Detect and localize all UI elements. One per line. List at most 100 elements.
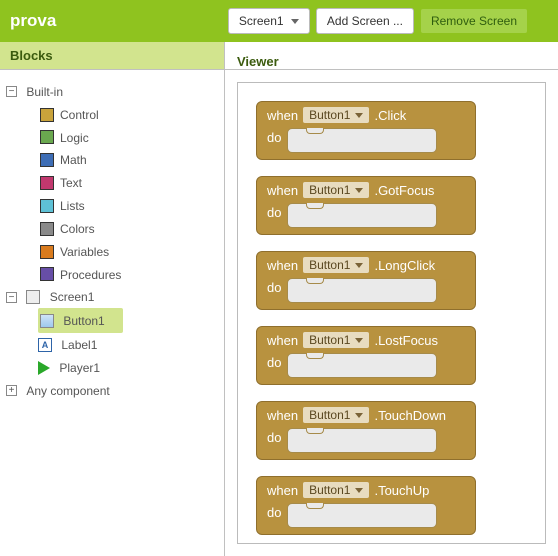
component-dropdown[interactable]: Button1 xyxy=(303,332,369,348)
when-keyword: when xyxy=(267,483,298,498)
block-body: do xyxy=(257,128,475,159)
tree-item-player1[interactable]: Player1 xyxy=(38,356,218,379)
component-dropdown[interactable]: Button1 xyxy=(303,182,369,198)
chevron-down-icon xyxy=(355,338,363,343)
event-name: .TouchUp xyxy=(374,483,429,498)
chevron-down-icon xyxy=(355,188,363,193)
event-block-click[interactable]: when Button1 .Click do xyxy=(256,101,476,160)
control-icon xyxy=(40,108,54,122)
component-dropdown[interactable]: Button1 xyxy=(303,107,369,123)
tree-item-logic[interactable]: Logic xyxy=(40,126,218,149)
statement-slot[interactable] xyxy=(287,428,437,453)
viewer-header: Viewer xyxy=(225,42,558,70)
screen-dropdown-label: Screen1 xyxy=(239,14,284,28)
tree-item-procedures[interactable]: Procedures xyxy=(40,263,218,286)
block-header: when Button1 .GotFocus xyxy=(257,177,475,203)
tree-item-colors[interactable]: Colors xyxy=(40,217,218,240)
statement-slot[interactable] xyxy=(287,128,437,153)
statement-slot[interactable] xyxy=(287,278,437,303)
chevron-down-icon xyxy=(355,113,363,118)
collapse-icon[interactable]: − xyxy=(6,292,17,303)
play-icon xyxy=(38,361,50,375)
event-name: .TouchDown xyxy=(374,408,446,423)
block-body: do xyxy=(257,278,475,309)
tree-item-button1[interactable]: Button1 xyxy=(38,308,218,333)
main: − Built-in Control Logic Math Text Lists… xyxy=(0,70,558,556)
do-keyword: do xyxy=(267,428,287,453)
when-keyword: when xyxy=(267,258,298,273)
component-dropdown[interactable]: Button1 xyxy=(303,257,369,273)
event-block-touchup[interactable]: when Button1 .TouchUp do xyxy=(256,476,476,535)
when-keyword: when xyxy=(267,333,298,348)
tree-node-screen[interactable]: − Screen1 Button1 A Label1 xyxy=(6,285,218,378)
expand-icon[interactable]: + xyxy=(6,385,17,396)
lists-icon xyxy=(40,199,54,213)
when-keyword: when xyxy=(267,183,298,198)
remove-screen-button[interactable]: Remove Screen xyxy=(420,8,528,34)
logic-icon xyxy=(40,130,54,144)
block-header: when Button1 .LongClick xyxy=(257,252,475,278)
button-icon xyxy=(40,314,54,328)
event-block-lostfocus[interactable]: when Button1 .LostFocus do xyxy=(256,326,476,385)
do-keyword: do xyxy=(267,278,287,303)
tree-item-math[interactable]: Math xyxy=(40,148,218,171)
event-name: .LongClick xyxy=(374,258,435,273)
tree-node-builtin[interactable]: − Built-in Control Logic Math Text Lists… xyxy=(6,80,218,285)
do-keyword: do xyxy=(267,503,287,528)
block-header: when Button1 .TouchUp xyxy=(257,477,475,503)
text-icon xyxy=(40,176,54,190)
tree-item-control[interactable]: Control xyxy=(40,103,218,126)
builtin-children: Control Logic Math Text Lists Colors Var… xyxy=(40,103,218,286)
procedures-icon xyxy=(40,267,54,281)
statement-slot[interactable] xyxy=(287,203,437,228)
chevron-down-icon xyxy=(291,19,299,24)
blocks-header: Blocks xyxy=(0,42,225,70)
panel-headers: Blocks Viewer xyxy=(0,42,558,70)
event-name: .GotFocus xyxy=(374,183,434,198)
add-screen-button[interactable]: Add Screen ... xyxy=(316,8,414,34)
any-component-label: Any component xyxy=(26,384,109,398)
label-icon: A xyxy=(38,338,52,352)
tree-node-any-component[interactable]: + Any component xyxy=(6,379,218,402)
builtin-label: Built-in xyxy=(26,85,63,99)
event-block-longclick[interactable]: when Button1 .LongClick do xyxy=(256,251,476,310)
statement-slot[interactable] xyxy=(287,503,437,528)
do-keyword: do xyxy=(267,203,287,228)
blocks-canvas[interactable]: when Button1 .Click do when Button1 .Got… xyxy=(237,82,546,544)
event-name: .LostFocus xyxy=(374,333,438,348)
block-body: do xyxy=(257,428,475,459)
screen-icon xyxy=(26,290,40,304)
math-icon xyxy=(40,153,54,167)
component-dropdown[interactable]: Button1 xyxy=(303,407,369,423)
blocks-tree: − Built-in Control Logic Math Text Lists… xyxy=(6,80,218,402)
screen-label: Screen1 xyxy=(50,290,95,304)
do-keyword: do xyxy=(267,353,287,378)
topbar: prova Screen1 Add Screen ... Remove Scre… xyxy=(0,0,558,42)
collapse-icon[interactable]: − xyxy=(6,86,17,97)
block-header: when Button1 .Click xyxy=(257,102,475,128)
colors-icon xyxy=(40,222,54,236)
selected-node: Button1 xyxy=(38,308,123,333)
blocks-panel: − Built-in Control Logic Math Text Lists… xyxy=(0,70,225,556)
statement-slot[interactable] xyxy=(287,353,437,378)
block-body: do xyxy=(257,203,475,234)
tree-item-variables[interactable]: Variables xyxy=(40,240,218,263)
block-header: when Button1 .LostFocus xyxy=(257,327,475,353)
viewer-panel: when Button1 .Click do when Button1 .Got… xyxy=(225,70,558,556)
block-body: do xyxy=(257,503,475,534)
app-title: prova xyxy=(10,11,56,31)
do-keyword: do xyxy=(267,128,287,153)
component-dropdown[interactable]: Button1 xyxy=(303,482,369,498)
chevron-down-icon xyxy=(355,413,363,418)
chevron-down-icon xyxy=(355,263,363,268)
event-block-touchdown[interactable]: when Button1 .TouchDown do xyxy=(256,401,476,460)
screen-children: Button1 A Label1 Player1 xyxy=(38,308,218,378)
event-block-gotfocus[interactable]: when Button1 .GotFocus do xyxy=(256,176,476,235)
screen-dropdown[interactable]: Screen1 xyxy=(228,8,310,34)
when-keyword: when xyxy=(267,108,298,123)
tree-item-text[interactable]: Text xyxy=(40,171,218,194)
tree-item-label1[interactable]: A Label1 xyxy=(38,333,218,356)
tree-item-lists[interactable]: Lists xyxy=(40,194,218,217)
variables-icon xyxy=(40,245,54,259)
block-body: do xyxy=(257,353,475,384)
